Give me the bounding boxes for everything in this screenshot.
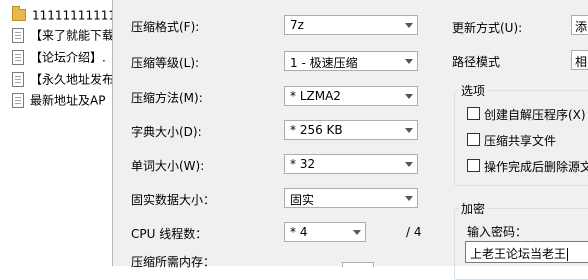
update-select[interactable]: 添: [571, 15, 588, 35]
password-label: 输入密码：: [467, 225, 528, 239]
level-label: 压缩等级(L):: [131, 56, 200, 70]
file-name: 【永久地址发布: [30, 72, 115, 87]
path-mode-label: 路径模式: [452, 55, 501, 69]
method-value: * LZMA2: [290, 89, 341, 103]
dict-value: * 256 KB: [290, 123, 343, 137]
path-mode-select[interactable]: 相: [571, 50, 588, 70]
document-icon: [12, 50, 24, 65]
level-select[interactable]: 1 - 极速压缩: [284, 51, 418, 71]
folder-icon: [12, 6, 26, 21]
chevron-down-icon: [400, 16, 417, 34]
cpu-label: CPU 线程数：: [131, 227, 208, 241]
chevron-down-icon: [400, 87, 417, 105]
delete-source-label: 操作完成后删除源文: [484, 160, 588, 174]
chevron-down-icon: [400, 121, 417, 139]
word-value: * 32: [290, 157, 316, 171]
options-title: 选项: [459, 82, 488, 99]
format-select[interactable]: 7z: [284, 15, 418, 35]
cpu-select[interactable]: * 4: [284, 222, 366, 242]
shared-label: 压缩共享文件: [484, 134, 557, 148]
cpu-value: * 4: [290, 225, 308, 239]
update-label: 更新方式(U):: [452, 21, 523, 35]
encryption-title: 加密: [459, 200, 488, 217]
document-icon: [12, 72, 24, 87]
memory-value-box: [342, 262, 374, 267]
shared-checkbox[interactable]: [467, 133, 480, 146]
text-cursor: [567, 248, 569, 261]
password-input[interactable]: 上老王论坛当老王: [465, 241, 588, 263]
solid-value: 固实: [290, 193, 315, 207]
password-text: 上老王论坛当老王: [470, 247, 567, 261]
delete-source-checkbox[interactable]: [467, 159, 480, 172]
document-icon: [12, 93, 24, 108]
cpu-total: / 4: [406, 225, 422, 239]
chevron-down-icon: [348, 223, 365, 241]
solid-select[interactable]: 固实: [284, 188, 418, 208]
method-select[interactable]: * LZMA2: [284, 86, 418, 106]
format-value: 7z: [290, 18, 304, 32]
file-row[interactable]: 【永久地址发布: [12, 70, 115, 88]
dict-select[interactable]: * 256 KB: [284, 120, 418, 140]
file-row[interactable]: 最新地址及AP: [12, 91, 115, 109]
sfx-checkbox[interactable]: [467, 107, 480, 120]
format-label: 压缩格式(F):: [131, 20, 200, 34]
file-name: 最新地址及AP: [30, 93, 106, 108]
file-list: 11111111111111 【来了就能下载 【论坛介绍】. 【永久地址发布 最…: [0, 0, 115, 266]
dict-label: 字典大小(D):: [131, 125, 202, 139]
solid-label: 固实数据大小：: [131, 193, 216, 207]
level-value: 1 - 极速压缩: [290, 56, 358, 70]
file-row[interactable]: 【来了就能下载: [12, 26, 115, 44]
chevron-down-icon: [400, 52, 417, 70]
file-name: 【论坛介绍】.: [30, 50, 106, 65]
update-value: 添: [575, 20, 588, 34]
memory-label: 压缩所需内存：: [131, 255, 216, 269]
word-select[interactable]: * 32: [284, 154, 418, 174]
sfx-label: 创建自解压程序(X): [484, 108, 586, 122]
chevron-down-icon: [400, 189, 417, 207]
document-icon: [12, 28, 24, 43]
file-row[interactable]: 11111111111111: [12, 6, 115, 24]
archive-settings-dialog: 压缩格式(F): 7z 压缩等级(L): 1 - 极速压缩 压缩方法(M): *…: [112, 0, 588, 280]
file-name: 11111111111111: [32, 8, 115, 23]
password-value: 上老王论坛当老王: [470, 245, 569, 262]
file-row[interactable]: 【论坛介绍】.: [12, 48, 115, 66]
chevron-down-icon: [400, 155, 417, 173]
path-mode-value: 相: [575, 55, 588, 69]
word-label: 单词大小(W):: [131, 159, 205, 173]
file-name: 【来了就能下载: [30, 28, 115, 43]
method-label: 压缩方法(M):: [131, 91, 203, 105]
